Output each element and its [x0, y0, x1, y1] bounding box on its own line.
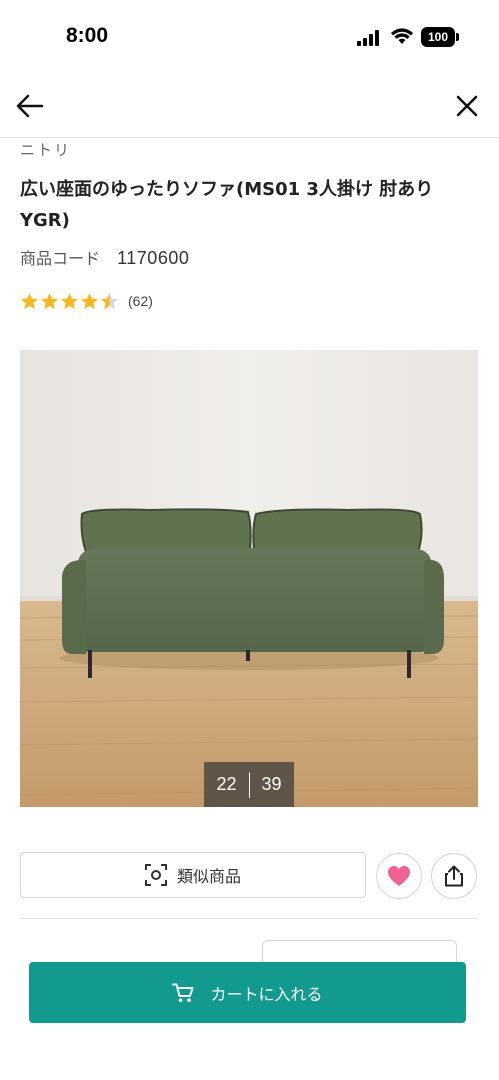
close-icon — [456, 95, 478, 117]
close-button[interactable] — [449, 88, 485, 124]
product-code-row: 商品コード 1170600 — [20, 245, 189, 269]
favorite-button[interactable] — [376, 853, 422, 899]
image-counter: 22 39 — [204, 762, 294, 807]
product-title: 広い座面のゆったりソファ(MS01 3人掛け 肘あり YGR) — [20, 179, 434, 231]
review-count[interactable]: (62) — [128, 293, 153, 309]
product-detail-page: 8:00 100 ニトリ 広い座面のゆったりソファ(MS01 3人掛け 肘あり … — [0, 0, 499, 1080]
sofa-photo — [20, 350, 478, 807]
signal-icon — [357, 30, 379, 46]
scan-icon — [144, 864, 167, 886]
battery-tip — [456, 33, 459, 41]
section-divider — [20, 918, 478, 919]
wifi-icon — [391, 28, 413, 44]
battery-icon: 100 — [421, 27, 455, 47]
add-to-cart-label: カートに入れる — [210, 984, 323, 1004]
star-half-icon — [101, 292, 118, 309]
back-button[interactable] — [12, 88, 48, 124]
rating-stars — [20, 292, 119, 311]
cart-icon — [172, 983, 194, 1002]
star-icon — [41, 292, 58, 309]
star-icon — [61, 292, 78, 309]
status-time: 8:00 — [66, 24, 109, 47]
similar-items-button[interactable]: 類似商品 — [20, 852, 366, 898]
share-icon — [445, 865, 463, 887]
share-button[interactable] — [431, 853, 477, 899]
star-icon — [21, 292, 38, 309]
rating-row[interactable]: (62) — [20, 289, 153, 313]
add-to-cart-button[interactable]: カートに入れる — [29, 962, 466, 1023]
heart-icon — [388, 866, 410, 886]
image-counter-total: 39 — [261, 774, 282, 794]
arrow-left-icon — [16, 94, 44, 118]
product-code-value: 1170600 — [117, 248, 190, 268]
brand-name[interactable]: ニトリ — [20, 139, 71, 160]
star-icon — [81, 292, 98, 309]
image-counter-current: 22 — [216, 774, 237, 794]
product-code-label: 商品コード — [20, 249, 101, 268]
nav-header — [0, 76, 499, 138]
status-bar: 8:00 100 — [0, 0, 499, 76]
similar-items-label: 類似商品 — [176, 867, 241, 886]
product-image[interactable]: 22 39 — [20, 350, 478, 807]
